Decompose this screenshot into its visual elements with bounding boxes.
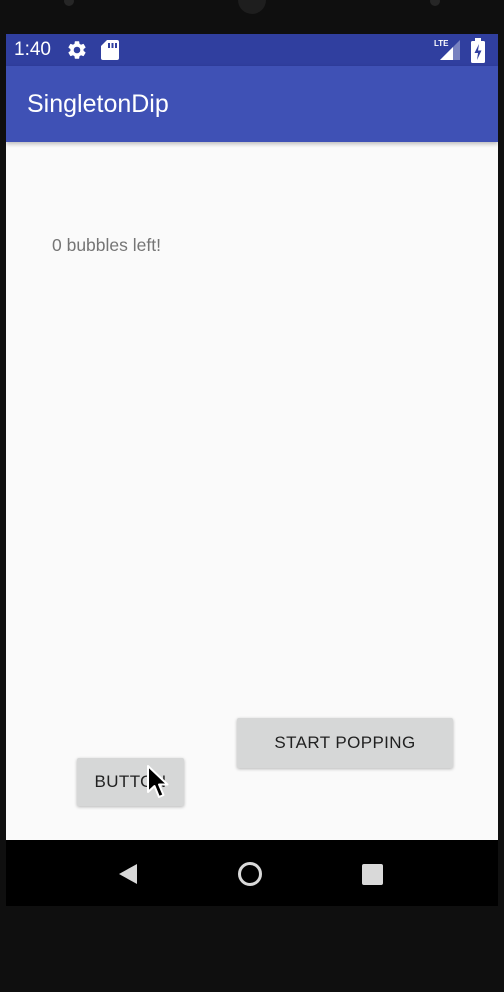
battery-icon bbox=[471, 38, 485, 63]
gear-icon bbox=[68, 41, 86, 59]
recents-icon[interactable] bbox=[362, 864, 383, 885]
mouse-cursor-icon bbox=[147, 765, 169, 798]
bubbles-left-text: 0 bubbles left! bbox=[52, 235, 161, 255]
home-icon[interactable] bbox=[237, 861, 263, 887]
device-speaker bbox=[238, 0, 266, 14]
sd-card-icon bbox=[101, 40, 119, 60]
navigation-bar bbox=[6, 840, 498, 906]
status-time: 1:40 bbox=[14, 39, 51, 60]
device-frame: 1:40 LTE SingletonDip 0 bubbles left! ST… bbox=[0, 0, 504, 992]
app-title: SingletonDip bbox=[27, 90, 169, 118]
phone-screen: 1:40 LTE SingletonDip 0 bubbles left! ST… bbox=[6, 34, 498, 906]
app-bar: SingletonDip bbox=[6, 66, 498, 142]
device-sensor-dot bbox=[430, 0, 440, 6]
network-type-label: LTE bbox=[434, 39, 449, 48]
lte-signal-icon: LTE bbox=[434, 39, 460, 60]
back-icon[interactable] bbox=[117, 863, 139, 885]
start-popping-button[interactable]: START POPPING bbox=[237, 718, 453, 768]
status-bar: 1:40 LTE bbox=[6, 34, 498, 66]
device-sensor-dot bbox=[64, 0, 74, 6]
main-content: 0 bubbles left! START POPPING BUTTON bbox=[6, 142, 498, 840]
